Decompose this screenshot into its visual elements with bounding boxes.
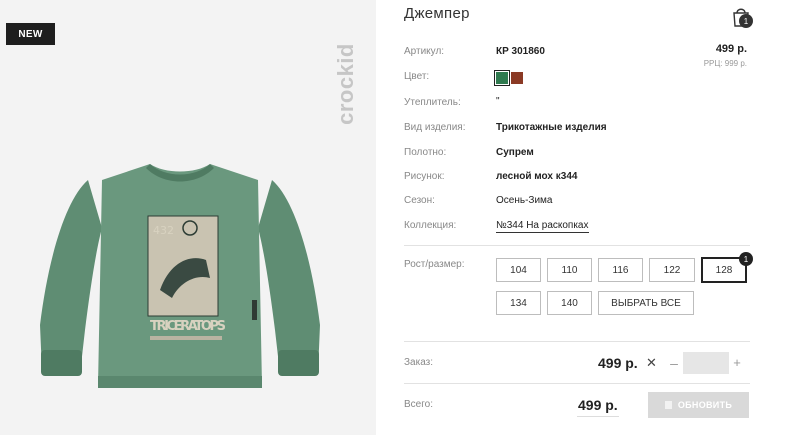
remove-icon[interactable]: ✕ (646, 355, 657, 371)
size-button-140[interactable]: 140 (547, 291, 592, 315)
season-value: Осень-Зима (496, 195, 553, 206)
new-badge: NEW (6, 23, 55, 45)
size-button-122[interactable]: 122 (649, 258, 695, 282)
brand-logo: crockid (333, 16, 358, 150)
size-button-134[interactable]: 134 (496, 291, 541, 315)
type-label: Вид изделия: (404, 122, 466, 133)
select-all-button[interactable]: ВЫБРАТЬ ВСЕ (598, 291, 694, 315)
total-label: Всего: (404, 399, 433, 410)
type-value: Трикотажные изделия (496, 122, 607, 133)
print-title: TRICERATOPS (150, 319, 226, 334)
divider (404, 341, 750, 342)
update-button-label: ОБНОВИТЬ (677, 400, 733, 410)
rrp-price: РРЦ: 999 р. (703, 59, 747, 68)
total-price: 499 р. (578, 397, 618, 413)
price: 499 р. (715, 43, 747, 55)
quantity-increase-button[interactable]: + (731, 355, 743, 370)
color-swatch-brown[interactable] (511, 72, 523, 84)
collection-link[interactable]: №344 На раскопках (496, 220, 589, 233)
insulation-value: " (496, 96, 500, 107)
season-label: Сезон: (404, 195, 435, 206)
insulation-label: Утеплитель: (404, 97, 461, 108)
divider (404, 245, 750, 246)
size-button-116[interactable]: 116 (598, 258, 643, 282)
product-photo: 432 TRICERATOPS (40, 164, 320, 388)
collection-label: Коллекция: (404, 220, 457, 231)
size-button-110[interactable]: 110 (547, 258, 592, 282)
print-number: 432 (153, 224, 174, 237)
brand-logo-text: crockid (333, 43, 358, 125)
article-label: Артикул: (404, 46, 445, 57)
order-price: 499 р. (598, 355, 638, 371)
cart-small-icon (664, 401, 672, 409)
fabric-value: Супрем (496, 147, 534, 158)
product-image-panel: NEW crockid 432 TRICERATOPS (0, 0, 376, 435)
update-button[interactable]: ОБНОВИТЬ (648, 392, 749, 418)
quantity-input[interactable] (683, 352, 729, 374)
order-label: Заказ: (404, 357, 434, 368)
quantity-decrease-button[interactable]: – (668, 355, 680, 371)
pattern-label: Рисунок: (404, 171, 445, 182)
color-swatch-green[interactable] (494, 70, 510, 86)
cart-count-badge: 1 (739, 14, 753, 28)
color-label: Цвет: (404, 71, 430, 82)
product-title: Джемпер (404, 5, 470, 22)
article-value: КР 301860 (496, 46, 545, 57)
pattern-value: лесной мох к344 (496, 171, 578, 182)
divider (404, 383, 750, 384)
size-button-104[interactable]: 104 (496, 258, 541, 282)
size-label: Рост/размер: (404, 259, 465, 270)
fabric-label: Полотно: (404, 147, 447, 158)
size-count-badge: 1 (739, 252, 753, 266)
total-underline (577, 416, 619, 417)
